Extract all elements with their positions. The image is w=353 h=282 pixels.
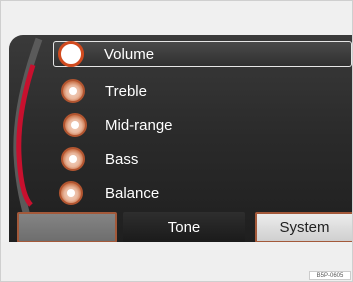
knob-icon [59, 181, 83, 205]
menu-item-balance[interactable]: Balance [53, 177, 352, 209]
menu-item-label: Bass [105, 150, 139, 168]
image-code: B5P-0605 [309, 271, 351, 280]
menu-item-volume[interactable]: Volume [53, 41, 352, 67]
button-bar: Tone System [9, 206, 352, 243]
menu-item-label: Treble [105, 82, 147, 100]
menu-item-label: Volume [104, 45, 155, 63]
knob-icon [63, 113, 87, 137]
top-band [1, 1, 352, 34]
knob-icon [61, 79, 85, 103]
frame: Volume Treble Mid-range Bass Balance Ton… [0, 0, 353, 282]
tone-button[interactable]: Tone [123, 212, 245, 243]
function-button-empty[interactable] [17, 212, 117, 243]
menu-item-label: Mid-range [105, 116, 173, 134]
menu-item-treble[interactable]: Treble [53, 75, 352, 107]
menu-item-bass[interactable]: Bass [53, 143, 352, 175]
knob-icon [61, 147, 85, 171]
bottom-band [1, 242, 352, 281]
knob-icon [58, 41, 84, 67]
menu-item-label: Balance [105, 184, 160, 202]
menu-item-mid-range[interactable]: Mid-range [53, 109, 352, 141]
system-button[interactable]: System [255, 212, 352, 243]
